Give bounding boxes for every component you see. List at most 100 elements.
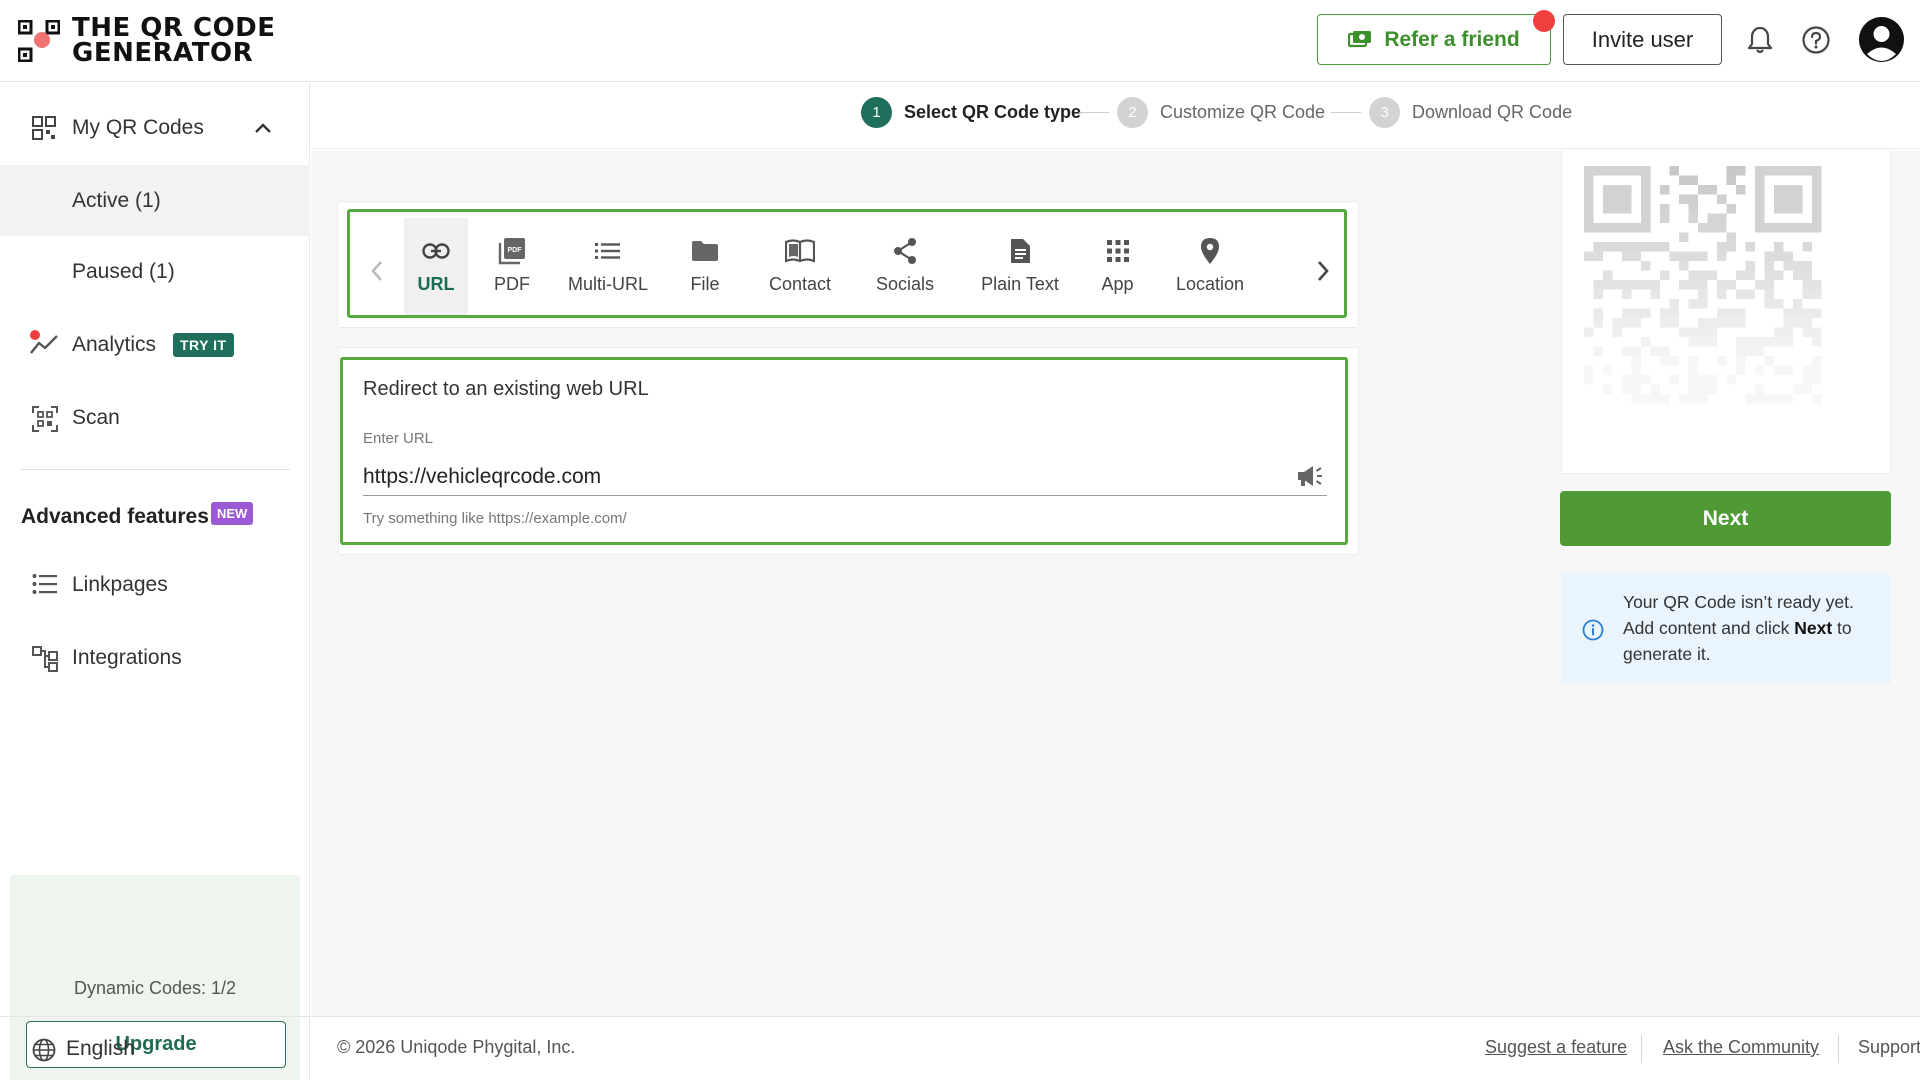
language-selector[interactable]: English xyxy=(0,1016,310,1080)
step-2-label: Customize QR Code xyxy=(1160,102,1326,122)
url-form: Redirect to an existing web URL Enter UR… xyxy=(340,357,1348,545)
advanced-features-title: Advanced features xyxy=(21,505,209,528)
sidebar: My QR Codes Active (1) Paused (1) Analyt… xyxy=(0,83,310,1080)
sidebar-item-my-qr-codes[interactable]: My QR Codes xyxy=(0,94,310,162)
scan-icon xyxy=(32,406,58,432)
url-form-title: Redirect to an existing web URL xyxy=(363,378,649,400)
qr-grid-icon xyxy=(32,116,56,140)
new-badge: NEW xyxy=(211,502,254,525)
step-2[interactable]: 2 Customize QR Code xyxy=(1117,97,1325,128)
type-app[interactable]: App xyxy=(1085,218,1150,315)
footer: © 2026 Uniqode Phygital, Inc. Suggest a … xyxy=(311,1016,1920,1080)
info-icon xyxy=(1582,619,1604,641)
sidebar-item-active[interactable]: Active (1) xyxy=(0,165,310,236)
step-1[interactable]: 1 Select QR Code type xyxy=(861,97,1081,128)
sidebar-item-paused[interactable]: Paused (1) xyxy=(0,238,310,306)
type-file-label: File xyxy=(690,274,720,294)
sidebar-label-my-qr-codes: My QR Codes xyxy=(72,116,204,139)
chevron-right-icon[interactable] xyxy=(1316,260,1330,282)
sidebar-label-scan: Scan xyxy=(72,406,120,429)
language-label: English xyxy=(66,1037,135,1060)
analytics-icon xyxy=(30,330,58,354)
money-icon xyxy=(1348,30,1372,47)
type-location-label: Location xyxy=(1175,274,1245,294)
suggest-feature-link[interactable]: Suggest a feature xyxy=(1485,1037,1627,1058)
sidebar-item-linkpages[interactable]: Linkpages xyxy=(0,551,310,619)
type-multi-url[interactable]: Multi-URL xyxy=(558,218,658,315)
step-3-label: Download QR Code xyxy=(1412,102,1573,122)
footer-separator xyxy=(1838,1035,1839,1063)
sidebar-item-integrations[interactable]: Integrations xyxy=(0,624,310,692)
logo[interactable]: THE QR CODE GENERATOR xyxy=(18,15,276,68)
copyright: © 2026 Uniqode Phygital, Inc. xyxy=(337,1037,576,1057)
logo-line2: GENERATOR xyxy=(72,38,254,68)
bell-icon[interactable] xyxy=(1747,25,1773,55)
list-icon xyxy=(595,243,620,259)
dynamic-codes-count: Dynamic Codes: 1/2 xyxy=(73,978,237,998)
step-1-number: 1 xyxy=(861,97,892,128)
notification-dot xyxy=(1533,10,1555,32)
top-header: THE QR CODE GENERATOR Refer a friend Inv… xyxy=(0,0,1920,82)
text-document-icon xyxy=(1011,239,1030,263)
type-contact-label: Contact xyxy=(768,274,832,294)
step-3[interactable]: 3 Download QR Code xyxy=(1369,97,1572,128)
chevron-left-icon[interactable] xyxy=(370,260,384,282)
pdf-icon: PDF xyxy=(498,238,525,265)
invite-user-button[interactable]: Invite user xyxy=(1563,14,1722,65)
help-icon[interactable] xyxy=(1801,25,1831,55)
folder-icon xyxy=(692,241,718,261)
sidebar-label-paused: Paused (1) xyxy=(72,260,175,283)
sidebar-item-scan[interactable]: Scan xyxy=(0,384,310,452)
logo-text: THE QR CODE GENERATOR xyxy=(72,15,276,68)
location-pin-icon xyxy=(1201,238,1219,264)
type-plain-text[interactable]: Plain Text xyxy=(965,218,1075,315)
integrations-icon xyxy=(32,646,58,672)
type-file[interactable]: File xyxy=(665,218,745,315)
url-input[interactable] xyxy=(363,458,1327,496)
list-icon xyxy=(32,574,57,594)
qr-type-selector: URL PDF PDF Multi-URL File Contact Socia… xyxy=(347,209,1347,318)
app-grid-icon xyxy=(1106,240,1129,262)
sidebar-label-active: Active (1) xyxy=(72,188,161,212)
sidebar-divider xyxy=(20,469,290,470)
type-pdf-label: PDF xyxy=(494,274,530,294)
sidebar-label-linkpages: Linkpages xyxy=(72,573,168,596)
contact-book-icon xyxy=(785,239,815,263)
type-socials-label: Socials xyxy=(875,274,935,294)
footer-separator xyxy=(1641,1035,1642,1063)
sidebar-label-analytics: Analytics xyxy=(72,333,157,356)
refer-friend-button[interactable]: Refer a friend xyxy=(1317,14,1551,65)
megaphone-icon[interactable] xyxy=(1296,464,1324,488)
sidebar-item-analytics[interactable]: Analytics TRY IT xyxy=(0,311,310,379)
step-3-number: 3 xyxy=(1369,97,1400,128)
try-it-badge: TRY IT xyxy=(173,333,234,357)
type-multi-url-label: Multi-URL xyxy=(567,274,648,294)
info-text: Your QR Code isn’t ready yet. Add conten… xyxy=(1623,589,1873,667)
type-socials[interactable]: Socials xyxy=(860,218,950,315)
progress-stepper: 1 Select QR Code type 2 Customize QR Cod… xyxy=(311,83,1920,149)
type-url-label: URL xyxy=(417,274,455,294)
type-plain-text-label: Plain Text xyxy=(981,274,1059,294)
qr-logo-icon xyxy=(18,20,60,62)
step-connector xyxy=(1331,112,1361,113)
link-icon xyxy=(422,243,450,259)
chevron-up-icon[interactable] xyxy=(254,122,272,134)
step-connector xyxy=(1079,112,1109,113)
url-hint: Try something like https://example.com/ xyxy=(363,510,627,527)
type-location[interactable]: Location xyxy=(1160,218,1260,315)
ask-community-link[interactable]: Ask the Community xyxy=(1663,1037,1819,1058)
next-button[interactable]: Next xyxy=(1560,491,1891,546)
refer-friend-label: Refer a friend xyxy=(1384,27,1520,51)
svg-text:PDF: PDF xyxy=(508,247,523,254)
user-avatar-icon[interactable] xyxy=(1858,16,1905,63)
info-text-bold: Next xyxy=(1794,618,1833,638)
type-contact[interactable]: Contact xyxy=(750,218,850,315)
type-url[interactable]: URL xyxy=(404,218,468,315)
support-link[interactable]: Support xyxy=(1858,1037,1920,1058)
globe-icon xyxy=(32,1038,56,1062)
info-message: Your QR Code isn’t ready yet. Add conten… xyxy=(1561,573,1891,684)
step-2-number: 2 xyxy=(1117,97,1148,128)
type-app-label: App xyxy=(1101,274,1134,294)
type-pdf[interactable]: PDF PDF xyxy=(472,218,552,315)
step-1-label: Select QR Code type xyxy=(904,102,1082,122)
